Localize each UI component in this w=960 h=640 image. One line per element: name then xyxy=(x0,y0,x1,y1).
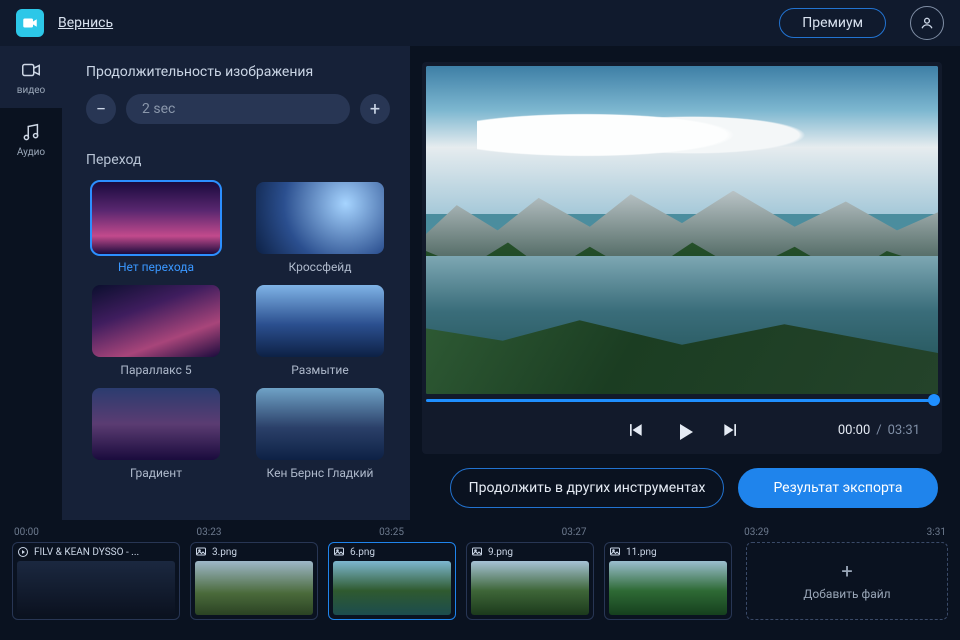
transition-thumb xyxy=(256,388,384,460)
transition-crossfade[interactable]: Кроссфейд xyxy=(250,182,390,275)
workspace: видео Аудио Продолжительность изображени… xyxy=(0,46,960,520)
clip-thumb xyxy=(471,561,589,615)
transition-name: Кен Бернс Гладкий xyxy=(267,466,374,481)
ruler-tick: 03:23 xyxy=(197,527,222,538)
transition-ken-burns[interactable]: Кен Бернс Гладкий xyxy=(250,388,390,481)
progress-head[interactable] xyxy=(928,394,940,406)
duration-increase[interactable]: + xyxy=(360,94,390,124)
clip-thumb xyxy=(333,561,451,615)
player-controls: 00:00/03:31 xyxy=(426,406,938,454)
progress-bar[interactable] xyxy=(426,394,938,406)
side-rail: видео Аудио xyxy=(0,46,62,520)
transition-thumb xyxy=(256,182,384,254)
timeline-track[interactable]: FILV & KEAN DYSSO - ... 3.png 6.png 9.pn… xyxy=(0,538,960,630)
clip-label: 6.png xyxy=(350,547,375,558)
transition-gradient[interactable]: Градиент xyxy=(86,388,226,481)
transition-thumb xyxy=(92,388,220,460)
transition-name: Градиент xyxy=(130,466,182,481)
clip-label: FILV & KEAN DYSSO - ... xyxy=(34,547,139,558)
transition-name: Параллакс 5 xyxy=(120,363,191,378)
continue-button[interactable]: Продолжить в других инструментах xyxy=(450,468,724,508)
preview-column: 00:00/03:31 Продолжить в других инструме… xyxy=(410,46,960,520)
video-canvas[interactable] xyxy=(426,66,938,394)
rail-tab-audio[interactable]: Аудио xyxy=(0,108,62,170)
play-button[interactable] xyxy=(673,420,693,440)
next-button[interactable] xyxy=(721,420,741,440)
clip-label: 9.png xyxy=(488,547,513,558)
clip-label: 3.png xyxy=(212,547,237,558)
add-file-button[interactable]: + Добавить файл xyxy=(746,542,948,620)
clip-image[interactable]: 9.png xyxy=(466,542,594,620)
transition-blur[interactable]: Размытие xyxy=(250,285,390,378)
transition-grid: Нет перехода Кроссфейд Параллакс 5 Размы… xyxy=(86,182,390,481)
premium-button[interactable]: Премиум xyxy=(779,8,886,38)
ruler-tick: 3:31 xyxy=(927,527,946,538)
plus-icon: + xyxy=(841,561,852,581)
back-link[interactable]: Вернись xyxy=(58,15,113,31)
ruler-tick: 00:00 xyxy=(14,527,39,538)
transition-parallax5[interactable]: Параллакс 5 xyxy=(86,285,226,378)
duration-value[interactable]: 2 sec xyxy=(126,94,350,124)
transition-thumb xyxy=(92,182,220,254)
rail-tab-video[interactable]: видео xyxy=(0,46,62,108)
transition-name: Нет перехода xyxy=(118,260,194,275)
clip-image[interactable]: 3.png xyxy=(190,542,318,620)
clip-image[interactable]: 11.png xyxy=(604,542,732,620)
action-row: Продолжить в других инструментах Результ… xyxy=(422,468,942,508)
account-button[interactable] xyxy=(910,6,944,40)
ruler-tick: 03:29 xyxy=(744,527,769,538)
add-file-label: Добавить файл xyxy=(803,587,890,601)
duration-decrease[interactable]: − xyxy=(86,94,116,124)
app-logo xyxy=(16,9,44,37)
ruler-tick: 03:25 xyxy=(379,527,404,538)
rail-label: видео xyxy=(17,85,46,96)
transition-none[interactable]: Нет перехода xyxy=(86,182,226,275)
export-button[interactable]: Результат экспорта xyxy=(738,468,938,508)
ruler-tick: 03:27 xyxy=(562,527,587,538)
clip-audio[interactable]: FILV & KEAN DYSSO - ... xyxy=(12,542,180,620)
prev-button[interactable] xyxy=(625,420,645,440)
transition-name: Кроссфейд xyxy=(289,260,352,275)
transition-name: Размытие xyxy=(291,363,348,378)
clip-label: 11.png xyxy=(626,547,657,558)
duration-label: Продолжительность изображения xyxy=(86,64,390,80)
clip-thumb xyxy=(195,561,313,615)
timeline: 00:00 03:23 03:25 03:27 03:29 3:31 FILV … xyxy=(0,520,960,640)
transition-label: Переход xyxy=(86,152,390,168)
video-player: 00:00/03:31 xyxy=(422,62,942,454)
transition-thumb xyxy=(256,285,384,357)
duration-stepper: − 2 sec + xyxy=(86,94,390,124)
clip-thumb xyxy=(17,561,175,615)
top-bar: Вернись Премиум xyxy=(0,0,960,46)
settings-panel: Продолжительность изображения − 2 sec + … xyxy=(62,46,410,520)
transition-thumb xyxy=(92,285,220,357)
rail-label: Аудио xyxy=(17,147,45,158)
timeline-ruler: 00:00 03:23 03:25 03:27 03:29 3:31 xyxy=(0,520,960,538)
clip-image[interactable]: 6.png xyxy=(328,542,456,620)
clip-thumb xyxy=(609,561,727,615)
